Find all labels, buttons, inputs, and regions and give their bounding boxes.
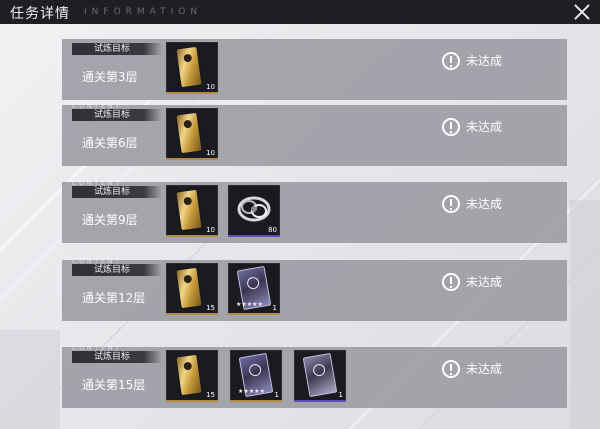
page-title: 任务详情 (10, 6, 70, 22)
exclamation-icon (442, 360, 460, 378)
reward-count: 80 (268, 226, 277, 234)
task-row: CONTENT 试炼目标 通关第15层 15 ★★★★★ 1 1 未达成 (62, 345, 567, 408)
floor-requirement: 通关第3层 (82, 70, 138, 84)
reward-count: 1 (274, 391, 279, 399)
goal-label: 试炼目标 (72, 43, 162, 55)
rarity-bar (228, 235, 280, 237)
exclamation-icon (442, 118, 460, 136)
task-row: CONTENT 试炼目标 通关第6层 10 未达成 (62, 103, 567, 166)
exclamation-icon (442, 273, 460, 291)
gold-bar-icon (176, 354, 202, 396)
task-row: 试炼目标 通关第3层 10 未达成 (62, 39, 567, 100)
status-text: 未达成 (466, 362, 503, 376)
star-rating: ★★★★★ (236, 301, 263, 308)
goal-label: 试炼目标 (72, 109, 162, 121)
header-bar: 任务详情 INFORMATION (0, 0, 600, 24)
gold-bar-icon (176, 267, 202, 309)
task-row: CONTENT 试炼目标 通关第12层 15 ★★★★★ 1 未达成 (62, 258, 567, 321)
rarity-bar (166, 313, 218, 315)
reward-item-gold-bar[interactable]: 10 (166, 42, 218, 94)
rarity-bar (166, 92, 218, 94)
rarity-bar (230, 400, 282, 402)
reward-item-gold-bar[interactable]: 10 (166, 185, 218, 237)
goal-label: 试炼目标 (72, 351, 162, 363)
status-text: 未达成 (466, 197, 503, 211)
reward-count: 15 (206, 304, 215, 312)
reward-count: 10 (206, 83, 215, 91)
status-text: 未达成 (466, 54, 503, 68)
close-icon[interactable] (572, 2, 592, 22)
reward-item-card[interactable]: ★★★★★ 1 (230, 350, 282, 402)
reward-count: 1 (272, 304, 277, 312)
reward-count: 1 (338, 391, 343, 399)
rarity-bar (294, 400, 346, 402)
floor-requirement: 通关第6层 (82, 136, 138, 150)
reward-item-gold-bar[interactable]: 15 (166, 350, 218, 402)
reward-count: 10 (206, 149, 215, 157)
rarity-bar (166, 400, 218, 402)
reward-item-silver-ring[interactable]: 80 (228, 185, 280, 237)
star-rating: ★★★★★ (238, 388, 265, 395)
rarity-bar (166, 158, 218, 160)
exclamation-icon (442, 52, 460, 70)
reward-item-gold-bar[interactable]: 15 (166, 263, 218, 315)
gold-bar-icon (176, 112, 202, 154)
floor-requirement: 通关第15层 (82, 378, 146, 392)
gold-bar-icon (176, 189, 202, 231)
silver-ring-icon (237, 196, 271, 222)
reward-count: 10 (206, 226, 215, 234)
rarity-bar (166, 235, 218, 237)
card-icon (302, 352, 338, 398)
floor-requirement: 通关第12层 (82, 291, 146, 305)
reward-item-card[interactable]: ★★★★★ 1 (228, 263, 280, 315)
status-text: 未达成 (466, 275, 503, 289)
reward-item-gold-bar[interactable]: 10 (166, 108, 218, 160)
floor-requirement: 通关第9层 (82, 213, 138, 227)
goal-label: 试炼目标 (72, 186, 162, 198)
reward-count: 15 (206, 391, 215, 399)
reward-item-card[interactable]: 1 (294, 350, 346, 402)
rarity-bar (228, 313, 280, 315)
gold-bar-icon (176, 46, 202, 88)
exclamation-icon (442, 195, 460, 213)
page-subtitle: INFORMATION (84, 7, 203, 17)
status-text: 未达成 (466, 120, 503, 134)
goal-label: 试炼目标 (72, 264, 162, 276)
task-row: CONTENT 试炼目标 通关第9层 10 80 未达成 (62, 180, 567, 243)
